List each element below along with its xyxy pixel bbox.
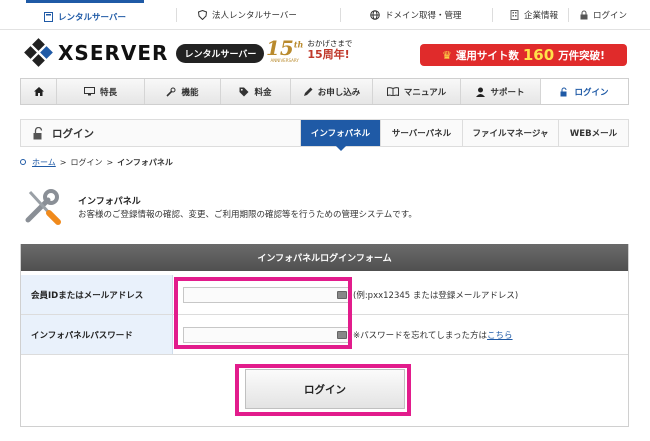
breadcrumb-separator: > bbox=[59, 157, 67, 167]
book-icon bbox=[386, 87, 399, 96]
unlock-icon bbox=[560, 87, 567, 96]
divider bbox=[568, 8, 569, 22]
highlight-login-button bbox=[235, 364, 411, 416]
crown-icon: ♛ bbox=[442, 48, 452, 62]
top-tab-corporate-server[interactable]: 法人レンタルサーバー bbox=[198, 0, 297, 30]
top-bar: レンタルサーバー 法人レンタルサーバー ドメイン取得・管理 企業情報 ログイン bbox=[0, 0, 650, 30]
logo-mark-icon bbox=[24, 38, 53, 67]
top-tab-company[interactable]: 企業情報 bbox=[510, 0, 558, 30]
person-icon bbox=[476, 87, 486, 97]
xserver-logo[interactable]: XSERVER レンタルサーバー bbox=[24, 38, 265, 67]
anniversary-emblem: 15th ANNIVERSARY bbox=[266, 36, 304, 63]
logo-text: XSERVER bbox=[58, 41, 169, 65]
site-header: XSERVER レンタルサーバー 15th ANNIVERSARY おかげさまで… bbox=[0, 30, 650, 76]
nav-item-support[interactable]: サポート bbox=[461, 79, 541, 104]
anniversary-badge: 15th ANNIVERSARY おかげさまで 15周年! bbox=[266, 38, 352, 63]
divider bbox=[176, 8, 177, 22]
globe-icon bbox=[370, 10, 380, 20]
info-panel-intro: インフォパネル お客様のご登録情報の確認、変更、ご利用期限の確認等を行うための管… bbox=[22, 186, 622, 226]
nav-item-apply[interactable]: お申し込み bbox=[291, 79, 373, 104]
product-pill: レンタルサーバー bbox=[176, 43, 265, 63]
breadcrumb-current: インフォパネル bbox=[117, 157, 173, 167]
password-label: インフォパネルパスワード bbox=[21, 315, 173, 354]
top-tab-rental-server[interactable]: レンタルサーバー bbox=[26, 0, 144, 30]
top-tab-label: レンタルサーバー bbox=[58, 12, 126, 23]
top-tab-label: ドメイン取得・管理 bbox=[385, 11, 462, 21]
monitor-icon bbox=[83, 87, 95, 96]
top-tab-label: ログイン bbox=[593, 11, 628, 21]
breadcrumb-login[interactable]: ログイン bbox=[70, 157, 102, 168]
tab-server-panel[interactable]: サーバーパネル bbox=[380, 120, 462, 146]
tab-webmail[interactable]: WEBメール bbox=[558, 120, 628, 146]
top-tab-label: 法人レンタルサーバー bbox=[212, 11, 297, 21]
top-tab-domain[interactable]: ドメイン取得・管理 bbox=[370, 0, 462, 30]
unlock-icon bbox=[33, 126, 43, 139]
breadcrumb-separator: > bbox=[106, 157, 114, 167]
top-tab-label: 企業情報 bbox=[524, 11, 559, 21]
nav-item-pricing[interactable]: 料金 bbox=[221, 79, 291, 104]
tag-icon bbox=[239, 87, 249, 96]
divider bbox=[340, 8, 341, 22]
nav-item-features[interactable]: 特長 bbox=[57, 79, 145, 104]
main-nav: 特長 機能 料金 お申し込み マニュアル サポート ログイン bbox=[20, 78, 629, 105]
breadcrumb: ホーム > ログイン > インフォパネル bbox=[20, 156, 173, 168]
wrench-screwdriver-icon bbox=[25, 189, 61, 225]
member-id-hint: (例:pxx12345 または登録メールアドレス) bbox=[353, 291, 519, 301]
lock-icon bbox=[580, 10, 588, 20]
intro-heading: インフォパネル bbox=[78, 197, 141, 207]
login-subnav: ログイン インフォパネル サーバーパネル ファイルマネージャ WEBメール bbox=[20, 119, 629, 151]
tab-file-manager[interactable]: ファイルマネージャ bbox=[462, 120, 558, 146]
forgot-password-link[interactable]: こちら bbox=[487, 331, 513, 341]
top-tab-login[interactable]: ログイン bbox=[580, 0, 627, 30]
panel-tabs: インフォパネル サーバーパネル ファイルマネージャ WEBメール bbox=[300, 120, 628, 151]
breadcrumb-home[interactable]: ホーム bbox=[32, 157, 56, 168]
shield-icon bbox=[198, 10, 207, 20]
member-id-label: 会員IDまたはメールアドレス bbox=[21, 275, 173, 314]
nav-item-manual[interactable]: マニュアル bbox=[373, 79, 461, 104]
breadcrumb-dot-icon bbox=[20, 159, 26, 165]
pencil-icon bbox=[303, 87, 313, 96]
page-title: ログイン bbox=[33, 120, 94, 146]
tools-icon bbox=[166, 87, 176, 97]
highlight-input-fields bbox=[174, 277, 352, 349]
nav-item-home[interactable] bbox=[21, 79, 57, 104]
nav-item-login[interactable]: ログイン bbox=[541, 79, 628, 104]
divider bbox=[492, 8, 493, 22]
building-icon bbox=[510, 10, 519, 20]
server-icon bbox=[44, 11, 54, 22]
tab-info-panel[interactable]: インフォパネル bbox=[300, 120, 380, 151]
form-title: インフォパネルログインフォーム bbox=[21, 244, 628, 271]
home-icon bbox=[33, 87, 44, 96]
intro-description: お客様のご登録情報の確認、変更、ご利用期限の確認等を行うための管理システムです。 bbox=[78, 210, 417, 220]
nav-item-functions[interactable]: 機能 bbox=[145, 79, 221, 104]
promo-banner[interactable]: ♛ 運用サイト数 160 万件突破! bbox=[420, 44, 627, 66]
password-hint: ※パスワードを忘れてしまった方はこちら bbox=[353, 331, 513, 341]
anniversary-text: おかげさまで 15周年! bbox=[307, 39, 353, 62]
